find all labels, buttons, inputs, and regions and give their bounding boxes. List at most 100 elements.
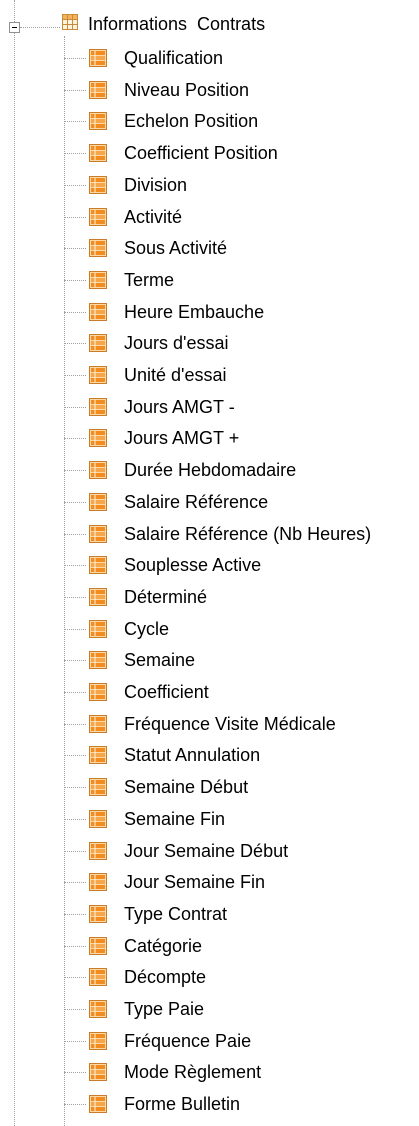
tree-item-label: Heure Embauche	[124, 301, 265, 322]
tree-connector-branch	[64, 248, 86, 250]
tree-item[interactable]: Statut Annulation	[0, 740, 419, 771]
tree-connector-branch	[64, 1104, 86, 1106]
tree-connector-branch	[64, 58, 86, 59]
tree-item[interactable]: Jours AMGT -	[0, 392, 419, 423]
tree-item[interactable]: Semaine Début	[0, 772, 419, 803]
tree-item[interactable]: Coefficient Position	[0, 138, 419, 169]
field-icon	[89, 239, 107, 258]
tree-item[interactable]: Jours d'essai	[0, 328, 419, 359]
tree-item[interactable]: Activité	[0, 202, 419, 233]
tree-item-label: Décompte	[124, 967, 207, 988]
field-icon	[89, 714, 107, 733]
tree-item[interactable]: Cycle	[0, 614, 419, 645]
tree-item-label: Statut Annulation	[124, 745, 261, 766]
tree-connector-branch	[64, 596, 86, 598]
tree-item-label: Semaine Fin	[124, 808, 226, 829]
tree-item-label: Salaire Référence	[124, 491, 269, 512]
tree-item-label: Unité d'essai	[124, 365, 227, 385]
tree-connector-branch	[64, 945, 86, 947]
tree-item[interactable]: Heure Embauche	[0, 297, 419, 328]
field-icon	[89, 366, 107, 384]
tree-node-label: Informations Contrats	[88, 14, 266, 34]
tree-connector-branch	[64, 406, 86, 408]
field-icon	[89, 683, 107, 701]
tree-item-label: Cycle	[124, 618, 170, 639]
tree-item[interactable]: Coefficient	[0, 677, 419, 708]
field-icon	[89, 112, 107, 131]
collapse-toggle-button[interactable]	[9, 22, 20, 33]
field-icon	[89, 841, 107, 860]
tree-item-label: Jours AMGT -	[124, 396, 235, 417]
tree-connector-branch	[64, 787, 86, 789]
field-icon	[89, 175, 107, 194]
tree-item[interactable]: Salaire Référence (Nb Heures)	[0, 519, 419, 550]
tree-item-label: Salaire Référence (Nb Heures)	[124, 523, 372, 544]
tree-item[interactable]: Terme	[0, 265, 419, 296]
tree-item[interactable]: Niveau Position	[0, 75, 419, 106]
tree-item[interactable]: Type Paie	[0, 994, 419, 1025]
tree-item[interactable]: Fréquence Visite Médicale	[0, 709, 419, 740]
tree-item[interactable]: Durée Hebdomadaire	[0, 455, 419, 486]
tree-item[interactable]: Division	[0, 170, 419, 201]
tree-connector-branch	[64, 913, 86, 915]
field-icon	[89, 1000, 107, 1018]
tree-connector-branch	[64, 311, 86, 313]
tree-item[interactable]: Semaine	[0, 645, 419, 676]
tree-item[interactable]: Echelon Position	[0, 106, 419, 137]
tree-connector-branch	[64, 882, 86, 884]
tree-item[interactable]: Jours AMGT +	[0, 423, 419, 454]
tree-connector-branch	[64, 755, 86, 757]
tree-connector-branch	[64, 692, 86, 693]
tree-item-label: Coefficient Position	[124, 143, 278, 164]
tree-item[interactable]: Forme Bulletin	[0, 1089, 419, 1120]
tree-item-label: Jours AMGT +	[124, 428, 240, 449]
tree-item-label: Fréquence Paie	[124, 1030, 252, 1051]
field-icon	[89, 461, 107, 480]
field-icon	[89, 49, 107, 67]
field-icon	[89, 334, 107, 353]
tree-connector-branch	[64, 565, 86, 567]
tree-connector-branch	[64, 153, 86, 155]
field-icon	[89, 556, 107, 575]
field-icon	[89, 809, 107, 828]
tree-item[interactable]: Unité d'essai	[0, 360, 419, 391]
field-icon	[89, 904, 107, 923]
tree-connector-branch	[64, 1009, 86, 1010]
tree-connector-branch	[64, 438, 86, 440]
tree-item[interactable]: Décompte	[0, 962, 419, 993]
tree-connector-branch	[64, 279, 86, 281]
tree-connector-branch	[64, 89, 86, 91]
field-icon	[89, 587, 107, 606]
tree-item[interactable]: Souplesse Active	[0, 550, 419, 581]
tree-connector-root	[20, 27, 60, 28]
field-icon	[89, 524, 107, 543]
tree-item[interactable]: Salaire Référence	[0, 487, 419, 518]
tree-item[interactable]: Sous Activité	[0, 233, 419, 264]
tree-item-label: Activité	[124, 206, 183, 227]
tree-item-label: Sous Activité	[124, 238, 228, 259]
tree-item[interactable]: Catégorie	[0, 931, 419, 962]
tree-item[interactable]: Semaine Fin	[0, 804, 419, 835]
tree-item[interactable]: Déterminé	[0, 582, 419, 613]
tree-item-label: Mode Règlement	[124, 1062, 262, 1083]
tree-item-label: Souplesse Active	[124, 555, 262, 576]
tree-item[interactable]: Jour Semaine Début	[0, 836, 419, 867]
tree-connector-branch	[64, 121, 86, 123]
tree-item[interactable]: Fréquence Paie	[0, 1026, 419, 1057]
tree-item-label: Jour Semaine Début	[124, 840, 289, 861]
tree-item[interactable]: Qualification	[0, 43, 419, 74]
field-icon	[89, 968, 107, 987]
tree-item-label: Jour Semaine Fin	[124, 872, 266, 893]
tree-item-label: Semaine	[124, 650, 196, 671]
tree-item-label: Durée Hebdomadaire	[124, 460, 297, 481]
tree-item[interactable]: Mode Règlement	[0, 1057, 419, 1088]
field-icon	[89, 492, 107, 511]
tree-item[interactable]: Type Contrat	[0, 899, 419, 930]
tree-item-label: Semaine Début	[124, 777, 249, 798]
tree-item-label: Division	[124, 174, 188, 195]
tree-item-label: Déterminé	[124, 586, 208, 607]
field-icon	[89, 1031, 107, 1050]
tree-item[interactable]: Jour Semaine Fin	[0, 867, 419, 898]
field-icon	[89, 746, 107, 765]
tree-connector-branch	[64, 850, 86, 852]
